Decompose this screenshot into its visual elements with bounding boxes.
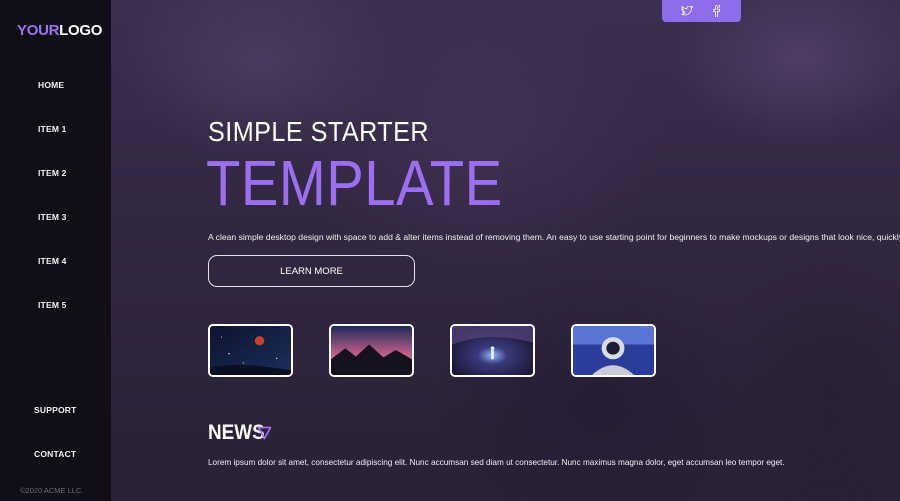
thumbnail-pink-mountains[interactable] [329, 324, 414, 377]
nav-item-2[interactable]: ITEM 2 [38, 168, 67, 178]
logo-plain: LOGO [59, 22, 103, 39]
nav-item-4[interactable]: ITEM 4 [38, 256, 67, 266]
twitter-icon[interactable] [680, 4, 694, 18]
hero-description: A clean simple desktop design with space… [208, 232, 900, 242]
nav-item-support[interactable]: SUPPORT [34, 405, 77, 415]
nav-item-1[interactable]: ITEM 1 [38, 124, 67, 134]
copyright: ©2020 ACME LLC. [20, 486, 84, 495]
nav-item-home[interactable]: HOME [38, 80, 64, 90]
hero-title: TEMPLATE [206, 147, 503, 219]
thumbnail-night-light[interactable] [450, 324, 535, 377]
thumbnail-astronaut[interactable] [571, 324, 656, 377]
triangle-down-icon [257, 426, 272, 440]
nav-item-contact[interactable]: CONTACT [34, 449, 76, 459]
facebook-icon[interactable] [709, 4, 723, 18]
logo[interactable]: YOURLOGO [17, 22, 102, 39]
learn-more-button[interactable]: LEARN MORE [208, 255, 415, 287]
hero-subtitle: SIMPLE STARTER [208, 116, 430, 147]
nav-item-3[interactable]: ITEM 3 [38, 212, 67, 222]
sidebar: YOURLOGO HOME ITEM 1 ITEM 2 ITEM 3 ITEM … [0, 0, 111, 501]
news-text: Lorem ipsum dolor sit amet, consectetur … [208, 458, 785, 467]
logo-accent: YOUR [17, 22, 60, 39]
social-bar [662, 0, 741, 22]
thumbnail-red-moon[interactable] [208, 324, 293, 377]
nav-item-5[interactable]: ITEM 5 [38, 300, 67, 310]
